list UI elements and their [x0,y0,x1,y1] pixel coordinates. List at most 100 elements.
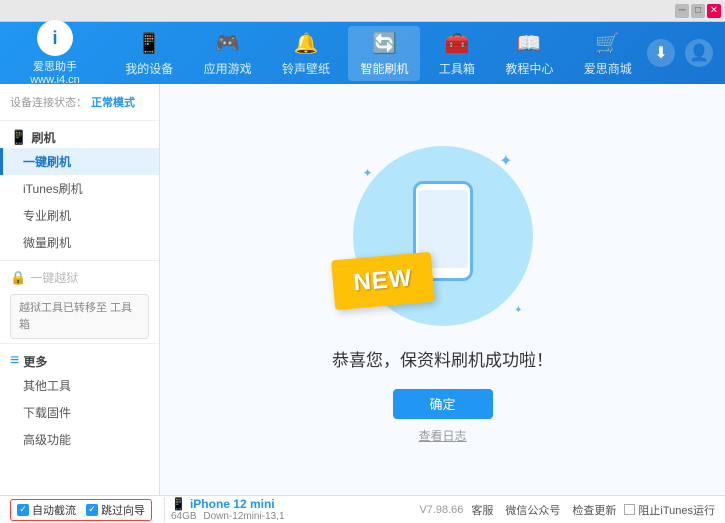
title-bar: ─ □ ✕ [0,0,725,22]
device-storage: 64GB [171,511,197,522]
support-link[interactable]: 客服 [471,502,493,518]
jailbreak-lock-icon: 🔒 [10,270,26,286]
nav-my-device[interactable]: 📱 我的设备 [113,26,185,81]
device-details: 64GB Down-12mini-13,1 [171,511,285,522]
nav-apps-games-label: 应用游戏 [204,60,252,77]
checkbox-area: ✓ 自动截流 ✓ 跳过向导 [10,499,152,521]
skip-wizard-checkbox[interactable]: ✓ 跳过向导 [86,502,145,518]
logo-icon: i [37,20,73,56]
jailbreak-note: 越狱工具已转移至 工具箱 [10,294,149,339]
confirm-button[interactable]: 确定 [393,389,493,419]
nav-mall-label: 爱思商城 [584,60,632,77]
auto-throttle-check-icon: ✓ [19,504,27,515]
sidebar: 设备连接状态： 正常模式 📱 刷机 一键刷机 iTunes刷机 专业刷机 微量刷… [0,84,160,495]
user-button[interactable]: 👤 [685,39,713,67]
smart-flash-icon: 🔄 [370,30,398,58]
sidebar-itunes-flash[interactable]: iTunes刷机 [0,175,159,202]
nav-tutorials[interactable]: 📖 教程中心 [493,26,565,81]
tutorials-icon: 📖 [515,30,543,58]
status-value: 正常模式 [91,94,135,110]
wechat-link[interactable]: 微信公众号 [505,502,560,518]
skip-wizard-label: 跳过向导 [101,502,145,518]
device-name-row: 📱 iPhone 12 mini [171,497,285,511]
content-area: ✦ ✦ ✦ NEW 恭喜您，保资料刷机成功啦！ 确定 查看日志 [160,84,725,495]
sidebar-advanced[interactable]: 高级功能 [0,426,159,453]
close-button[interactable]: ✕ [707,4,721,18]
one-key-flash-label: 一键刷机 [23,153,71,170]
secondary-link[interactable]: 查看日志 [418,427,466,444]
bottom-links: 客服 微信公众号 检查更新 [471,502,616,518]
nav-ringtones[interactable]: 🔔 铃声壁纸 [270,26,342,81]
nav-my-device-label: 我的设备 [125,60,173,77]
itunes-flash-label: iTunes刷机 [23,180,83,197]
jailbreak-label: 一键越狱 [30,269,78,286]
sidebar-download-firmware[interactable]: 下载固件 [0,399,159,426]
new-ribbon: NEW [331,251,435,310]
more-section-header: ≡ 更多 [0,348,159,372]
sidebar-pro-flash[interactable]: 专业刷机 [0,202,159,229]
sidebar-divider-3 [0,343,159,344]
sidebar-divider-1 [0,120,159,121]
sidebar-brush-flash[interactable]: 微量刷机 [0,229,159,256]
success-message: 恭喜您，保资料刷机成功啦！ [332,346,553,371]
bottom-bar: ✓ 自动截流 ✓ 跳过向导 📱 iPhone 12 mini 64GB Down… [0,495,725,523]
toolbox-icon: 🧰 [443,30,471,58]
apps-games-icon: 🎮 [214,30,242,58]
flash-section-icon: 📱 [10,129,27,146]
flash-section-header: 📱 刷机 [0,125,159,148]
skip-wizard-checkbox-box: ✓ [86,504,98,516]
pro-flash-label: 专业刷机 [23,207,71,224]
brush-flash-label: 微量刷机 [23,234,71,251]
sidebar-one-key-flash[interactable]: 一键刷机 [0,148,159,175]
main-area: 设备连接状态： 正常模式 📱 刷机 一键刷机 iTunes刷机 专业刷机 微量刷… [0,84,725,495]
status-label: 设备连接状态： [10,94,87,110]
download-firmware-label: 下载固件 [23,404,71,421]
nav-ringtones-label: 铃声壁纸 [282,60,330,77]
download-button[interactable]: ⬇ [647,39,675,67]
maximize-button[interactable]: □ [691,4,705,18]
sparkle-2: ✦ [363,166,373,180]
sparkle-1: ✦ [499,151,512,171]
update-link[interactable]: 检查更新 [572,502,616,518]
my-device-icon: 📱 [135,30,163,58]
nav-mall[interactable]: 🛒 爱思商城 [572,26,644,81]
sidebar-other-tools[interactable]: 其他工具 [0,372,159,399]
itunes-area: 阻止iTunes运行 [624,502,715,518]
header: i 爱思助手 www.i4.cn 📱 我的设备 🎮 应用游戏 🔔 铃声壁纸 🔄 … [0,22,725,84]
sidebar-divider-2 [0,260,159,261]
device-version: Down-12mini-13,1 [203,511,284,522]
auto-throttle-checkbox-box: ✓ [17,504,29,516]
itunes-checkbox[interactable] [624,504,635,515]
advanced-label: 高级功能 [23,431,71,448]
sparkle-3: ✦ [514,305,522,316]
nav-right: ⬇ 👤 [647,39,725,67]
device-status: 设备连接状态： 正常模式 [0,90,159,116]
mall-icon: 🛒 [594,30,622,58]
nav-items: 📱 我的设备 🎮 应用游戏 🔔 铃声壁纸 🔄 智能刷机 🧰 工具箱 📖 教程中心… [110,26,647,81]
nav-apps-games[interactable]: 🎮 应用游戏 [192,26,264,81]
skip-wizard-check-icon: ✓ [88,504,96,515]
other-tools-label: 其他工具 [23,377,71,394]
device-icon: 📱 [171,497,186,511]
nav-toolbox[interactable]: 🧰 工具箱 [427,26,487,81]
device-name-text: iPhone 12 mini [190,497,275,511]
more-section-icon: ≡ [10,352,19,370]
nav-smart-flash-label: 智能刷机 [360,60,408,77]
jailbreak-section: 🔒 一键越狱 [0,265,159,290]
ringtones-icon: 🔔 [292,30,320,58]
new-ribbon-text: NEW [352,264,413,297]
logo-area: i 爱思助手 www.i4.cn [0,20,110,86]
minimize-button[interactable]: ─ [675,4,689,18]
hero-illustration: ✦ ✦ ✦ NEW [343,136,543,336]
device-info: 📱 iPhone 12 mini 64GB Down-12mini-13,1 [164,497,285,522]
brand-name: 爱思助手 [33,58,77,74]
flash-section-label: 刷机 [31,129,55,146]
version-text: V7.98.66 [419,504,463,516]
nav-toolbox-label: 工具箱 [439,60,475,77]
nav-tutorials-label: 教程中心 [505,60,553,77]
nav-smart-flash[interactable]: 🔄 智能刷机 [348,26,420,81]
auto-throttle-label: 自动截流 [32,502,76,518]
auto-throttle-checkbox[interactable]: ✓ 自动截流 [17,502,76,518]
more-section-label: 更多 [23,353,47,370]
itunes-label: 阻止iTunes运行 [638,502,715,518]
